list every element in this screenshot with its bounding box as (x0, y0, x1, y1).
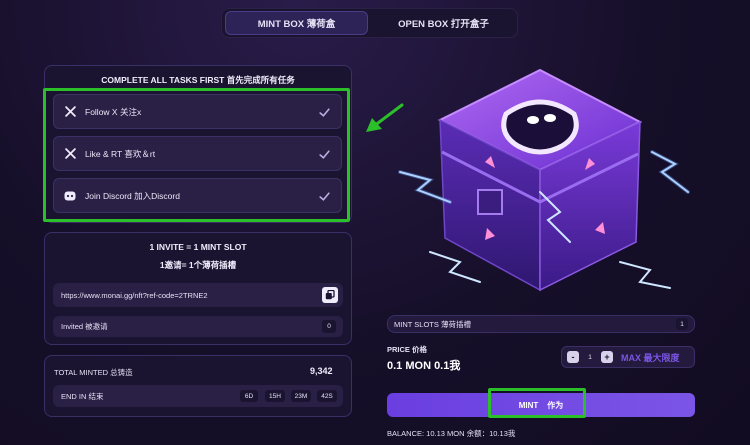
total-minted-value: 9,342 (310, 366, 333, 376)
tab-bar: MINT BOX 薄荷盒 OPEN BOX 打开盒子 (221, 8, 518, 38)
copy-icon (325, 290, 335, 300)
countdown-hours: 15H (265, 390, 285, 402)
tab-open-box[interactable]: OPEN BOX 打开盒子 (372, 11, 515, 35)
invite-title: 1 INVITE = 1 MINT SLOT (149, 242, 247, 252)
price-value: 0.1 MON 0.1我 (387, 360, 461, 372)
highlight-box-tasks (43, 88, 350, 222)
mint-slots-label: MINT SLOTS 薄荷插槽 (394, 319, 471, 329)
invited-count: 0 (322, 320, 336, 333)
mint-slots-value: 1 (676, 318, 688, 330)
tab-mint-box[interactable]: MINT BOX 薄荷盒 (225, 11, 368, 35)
invited-row: Invited 被邀请 (53, 316, 343, 337)
copy-button[interactable] (322, 287, 338, 303)
balance-text: BALANCE: 10.13 MON 余额：10.13我 (387, 429, 516, 438)
qty-plus-button[interactable]: + (601, 351, 613, 363)
invite-link-field[interactable]: https://www.monai.gg/nft?ref-code=2TRNE2 (53, 283, 343, 307)
invited-label: Invited 被邀请 (61, 322, 108, 331)
price-label: PRICE 价格 (387, 345, 428, 354)
qty-value[interactable]: 1 (583, 351, 597, 363)
mystery-box-illustration (398, 68, 690, 292)
box-lock (477, 189, 503, 215)
invite-link: https://www.monai.gg/nft?ref-code=2TRNE2 (61, 290, 208, 300)
highlight-box-mint (488, 388, 586, 418)
invite-subtitle: 1邀请= 1个薄荷插槽 (159, 260, 237, 270)
max-button[interactable]: MAX 最大限度 (621, 351, 680, 364)
countdown-minutes: 23M (291, 390, 311, 402)
tasks-title: COMPLETE ALL TASKS FIRST 首先完成所有任务 (101, 75, 295, 85)
mint-slots-row: MINT SLOTS 薄荷插槽 (387, 315, 695, 333)
total-minted-label: TOTAL MINTED 总铸造 (54, 368, 133, 377)
countdown-seconds: 42S (317, 390, 337, 402)
end-in-label: END IN 结束 (61, 391, 104, 401)
countdown-days: 6D (240, 390, 258, 402)
box-face (501, 99, 579, 155)
qty-minus-button[interactable]: - (567, 351, 579, 363)
